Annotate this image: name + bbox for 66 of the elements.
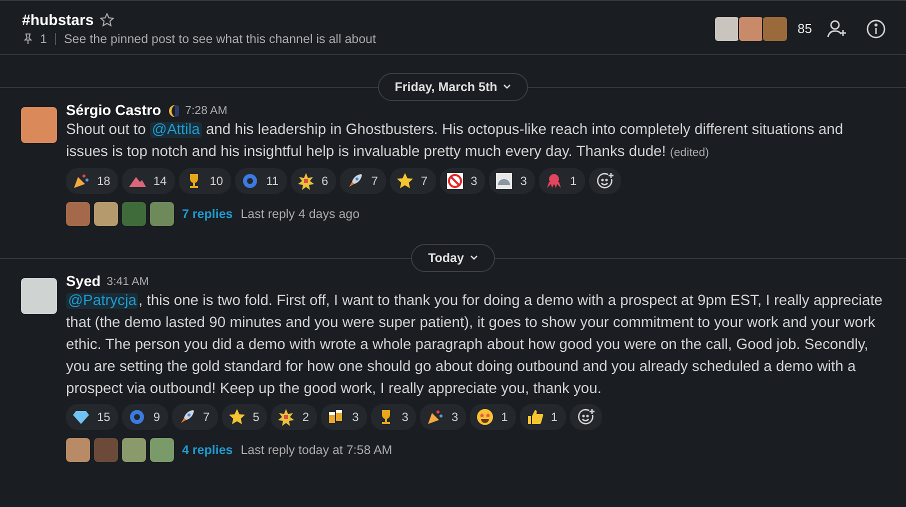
- reaction-pill[interactable]: 9: [122, 404, 168, 430]
- mention-link[interactable]: @Attila: [150, 122, 202, 138]
- gift-burst-icon: [277, 408, 296, 426]
- reaction-pill[interactable]: 7: [390, 168, 436, 194]
- chevron-down-icon: [503, 84, 512, 90]
- author-name[interactable]: Syed: [66, 274, 101, 290]
- message-text: @Patrycja, this one is two fold. First off, I want to thank you for doing a demo with a prospect at 9pm EST, I really appreciate that (the demo lasted 90 minutes and you were super patient), it goes to show your commitment to your work and your work ethic. The person you did a demo with wrote a whole paragraph about how good you were on the call, Good job. Secondly, you are setting the gold standard for how one should go about doing outbound and you already scheduled a demo with a prospect via outbound! Keep up the good work, I really appreciate you, thank you.: [66, 292, 884, 399]
- reaction-pill[interactable]: 3: [489, 168, 535, 194]
- party-popper-icon: [426, 408, 444, 426]
- member-avatar[interactable]: [738, 16, 764, 42]
- ring-logo-icon: [241, 172, 260, 190]
- reaction-pill[interactable]: 7: [172, 404, 218, 430]
- ring-logo-icon: [128, 408, 146, 426]
- mention-link[interactable]: @Patrycja: [66, 293, 138, 309]
- channel-topic: See the pinned post to see what this channel is all about: [64, 32, 376, 46]
- add-reaction-button[interactable]: [570, 404, 602, 430]
- helmet-icon: [495, 172, 514, 190]
- reaction-pill[interactable]: 11: [235, 168, 287, 194]
- date-divider-button[interactable]: Today: [411, 244, 495, 272]
- pin-icon: [22, 32, 34, 44]
- reaction-pill[interactable]: 3: [420, 404, 466, 430]
- add-emoji-icon: [596, 172, 614, 190]
- reaction-pill[interactable]: 3: [321, 404, 367, 430]
- star-icon: [396, 172, 414, 190]
- reaction-pill[interactable]: 2: [271, 404, 318, 430]
- add-emoji-icon: [576, 408, 595, 426]
- diamond-icon: [72, 408, 90, 426]
- reaction-pill[interactable]: 7: [340, 168, 386, 194]
- member-avatar[interactable]: [714, 16, 740, 42]
- reaction-pill[interactable]: 1: [538, 168, 585, 194]
- reaction-pill[interactable]: 18: [66, 168, 118, 194]
- no-ghost-sign-icon: [446, 172, 464, 190]
- author-name[interactable]: Sérgio Castro: [66, 103, 162, 119]
- add-reaction-button[interactable]: [588, 168, 621, 194]
- add-person-icon[interactable]: [826, 18, 848, 40]
- octopus-icon: [544, 172, 563, 190]
- pin-count[interactable]: 1: [40, 32, 47, 46]
- rocket-icon: [346, 172, 364, 190]
- star-icon: [228, 408, 246, 426]
- replies-link[interactable]: 4 replies: [182, 443, 233, 457]
- last-reply-text: Last reply today at 7:58 AM: [240, 443, 392, 457]
- message-text: Shout out to @Attila and his leadership in Ghostbusters. His octopus-like reach into completely different situations and issues is top notch and his insightful help is invaluable pretty much every day. Thanks dude! (edited): [66, 121, 844, 162]
- reaction-pill[interactable]: 10: [178, 168, 232, 194]
- party-popper-icon: [72, 172, 90, 190]
- reaction-pill[interactable]: 15: [66, 404, 118, 430]
- rocket-icon: [178, 408, 196, 426]
- info-icon[interactable]: [866, 18, 886, 38]
- message-time[interactable]: 3:41 AM: [106, 276, 149, 288]
- reaction-pill[interactable]: 5: [222, 404, 268, 430]
- last-reply-text: Last reply 4 days ago: [240, 207, 360, 221]
- chevron-down-icon: [470, 255, 478, 261]
- reaction-pill[interactable]: 14: [122, 168, 175, 194]
- thumbs-up-icon: [526, 408, 544, 426]
- message-time[interactable]: 7:28 AM: [185, 105, 228, 117]
- replies-link[interactable]: 7 replies: [182, 207, 233, 221]
- reaction-pill[interactable]: 1: [470, 404, 516, 430]
- channel-name[interactable]: #hubstars: [22, 12, 94, 28]
- reaction-pill[interactable]: 3: [370, 404, 416, 430]
- reaction-pill[interactable]: 1: [520, 404, 566, 430]
- star-eyed-face-icon: [476, 408, 494, 426]
- reaction-pill[interactable]: 6: [290, 168, 336, 194]
- star-icon[interactable]: [100, 13, 114, 27]
- date-divider-button[interactable]: Friday, March 5th: [378, 73, 528, 101]
- member-count[interactable]: 85: [798, 21, 812, 36]
- reaction-pill[interactable]: 3: [440, 168, 486, 194]
- gift-burst-icon: [296, 172, 315, 190]
